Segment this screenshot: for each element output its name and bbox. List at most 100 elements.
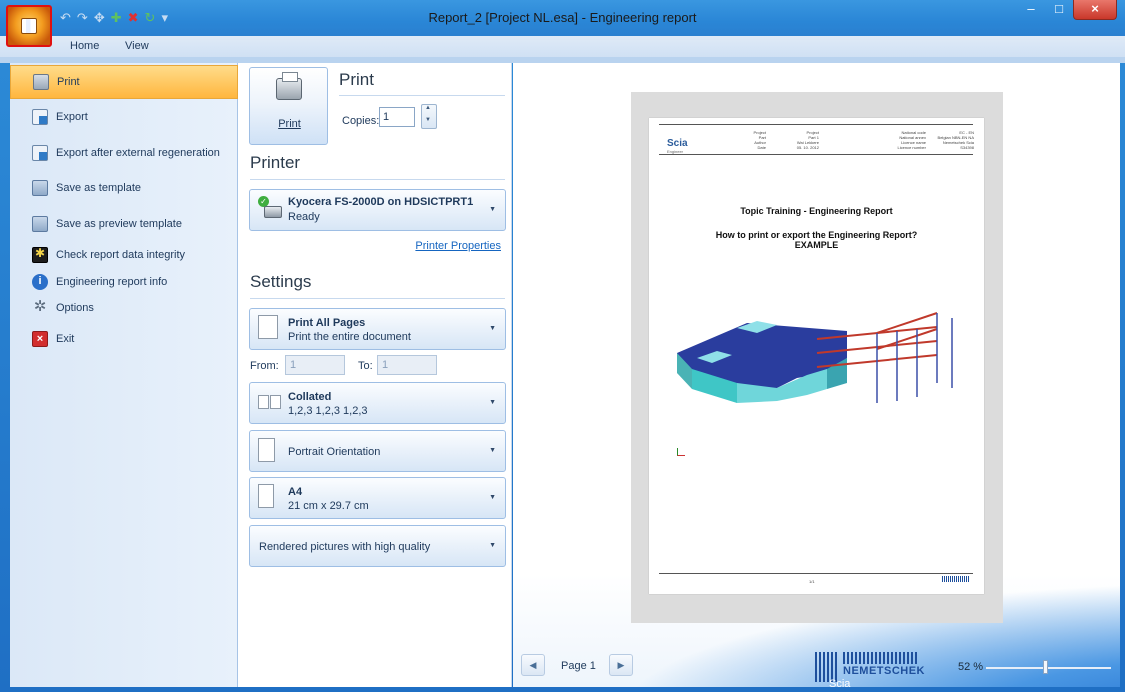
chevron-down-icon: ▼ xyxy=(489,542,496,549)
app-logo-icon xyxy=(21,18,37,34)
chevron-down-icon: ▼ xyxy=(489,494,496,501)
preview-page: Scia Engineer Project Part Author Date Proj… xyxy=(649,118,984,594)
quality-select[interactable]: Rendered pictures with high quality ▼ xyxy=(249,525,506,567)
to-field[interactable]: 1 xyxy=(377,355,437,375)
document-title: Topic Training - Engineering Report xyxy=(740,206,893,216)
backstage-menu: Print Export Export after external regen… xyxy=(10,63,238,687)
pages-subtitle: Print the entire document xyxy=(288,331,411,343)
header-values: Project Part 1 Wai Lekkere 05. 10. 2012 xyxy=(796,130,819,150)
logo-bars xyxy=(843,652,919,664)
divider xyxy=(250,298,505,299)
previous-page-button[interactable]: ◀ xyxy=(521,654,545,676)
collate-icon xyxy=(258,393,284,411)
next-page-button[interactable]: ▶ xyxy=(609,654,633,676)
menu-item-save-as-template[interactable]: Save as template xyxy=(10,176,238,200)
print-settings-panel: Print Print Copies: 1 Printer ✓ Kyocera … xyxy=(238,63,512,687)
paper-title: A4 xyxy=(288,486,303,498)
footer-rule xyxy=(659,573,973,574)
print-button-label: Print xyxy=(278,118,301,130)
menu-item-print[interactable]: Print xyxy=(10,65,238,99)
menu-item-label: Export xyxy=(56,111,88,123)
menu-item-label: Engineering report info xyxy=(56,276,168,288)
menu-item-options[interactable]: ✲ Options xyxy=(10,296,238,320)
chevron-down-icon: ▼ xyxy=(489,206,496,213)
brand-sub: Scia xyxy=(829,678,851,690)
menu-item-label: Print xyxy=(57,76,80,88)
collate-subtitle: 1,2,3 1,2,3 1,2,3 xyxy=(288,405,368,417)
menu-item-label: Save as preview template xyxy=(56,218,182,230)
orientation-select[interactable]: Portrait Orientation ▼ xyxy=(249,430,506,472)
collate-select[interactable]: Collated 1,2,3 1,2,3 1,2,3 ▼ xyxy=(249,382,506,424)
from-field[interactable]: 1 xyxy=(285,355,345,375)
menu-item-label: Export after external regeneration xyxy=(56,147,220,159)
menu-item-check-integrity[interactable]: Check report data integrity xyxy=(10,243,238,267)
header-code-values: EC - EN Belgian NBN-EN NA Nemetschek Scia S… xyxy=(937,130,974,150)
print-button[interactable]: Print xyxy=(249,67,328,145)
pages-select[interactable]: Print All Pages Print the entire documen… xyxy=(249,308,506,350)
menu-item-label: Check report data integrity xyxy=(56,249,186,261)
footer-page-number: 1/1 xyxy=(809,579,815,584)
printer-icon xyxy=(33,74,49,90)
printer-select[interactable]: ✓ Kyocera FS-2000D on HDSICTPRT1 Ready ▼ xyxy=(249,189,506,231)
chevron-down-icon: ▼ xyxy=(489,447,496,454)
nemetschek-logo: NEMETSCHEK Scia xyxy=(815,650,945,690)
copies-label: Copies: xyxy=(342,115,380,127)
zoom-slider-track[interactable] xyxy=(986,667,1111,669)
preview-template-icon xyxy=(32,216,48,232)
printer-properties-link[interactable]: Printer Properties xyxy=(415,240,501,252)
document-subtitle-example: EXAMPLE xyxy=(794,240,839,250)
window-title: Report_2 [Project NL.esa] - Engineering … xyxy=(428,10,697,25)
page-indicator: Page 1 xyxy=(561,660,596,672)
window-controls: – □ × xyxy=(1017,0,1117,20)
menu-item-label: Exit xyxy=(56,333,75,345)
printer-name: Kyocera FS-2000D on HDSICTPRT1 xyxy=(288,196,474,208)
paper-size-select[interactable]: A4 21 cm x 29.7 cm ▼ xyxy=(249,477,506,519)
menu-item-export[interactable]: Export xyxy=(10,105,238,129)
logo-text: Scia xyxy=(667,138,688,149)
exit-icon: × xyxy=(32,331,48,347)
ribbon-tab-strip: Home View xyxy=(0,36,1125,58)
header-labels: Project Part Author Date xyxy=(753,130,766,150)
application-menu-button[interactable] xyxy=(6,5,52,47)
menu-item-exit[interactable]: × Exit xyxy=(10,327,238,351)
close-button[interactable]: × xyxy=(1073,0,1117,20)
scia-logo: Scia Engineer xyxy=(667,138,688,154)
chevron-down-icon: ▼ xyxy=(489,325,496,332)
menu-item-report-info[interactable]: i Engineering report info xyxy=(10,270,238,294)
printer-status: Ready xyxy=(288,211,320,223)
paper-icon xyxy=(258,484,274,508)
template-icon xyxy=(32,180,48,196)
pages-icon xyxy=(258,315,278,339)
to-label: To: xyxy=(358,360,373,372)
menu-item-export-after-regeneration[interactable]: Export after external regeneration xyxy=(10,141,238,165)
print-heading: Print xyxy=(339,70,374,89)
header-rule-top xyxy=(659,124,973,125)
settings-heading: Settings xyxy=(250,272,312,291)
title-bar: ↶ ↷ ✥ ✚ ✖ ↻ ▾ Report_2 [Project NL.esa] … xyxy=(0,0,1125,36)
copies-spinner[interactable] xyxy=(421,104,437,129)
maximize-button[interactable]: □ xyxy=(1045,0,1073,20)
zoom-slider-thumb[interactable] xyxy=(1043,660,1048,674)
orientation-label: Portrait Orientation xyxy=(288,446,381,458)
zoom-level: 52 % xyxy=(958,661,984,673)
menu-item-save-as-preview-template[interactable]: Save as preview template xyxy=(10,212,238,236)
structural-model-image xyxy=(677,312,953,403)
axes-icon xyxy=(677,448,685,456)
chevron-down-icon: ▼ xyxy=(489,399,496,406)
from-label: From: xyxy=(250,360,279,372)
portrait-page-icon xyxy=(258,438,275,462)
integrity-icon xyxy=(32,246,48,263)
minimize-button[interactable]: – xyxy=(1017,0,1045,20)
paper-subtitle: 21 cm x 29.7 cm xyxy=(288,500,369,512)
tab-view[interactable]: View xyxy=(125,40,149,52)
header-rule-bottom xyxy=(659,154,973,155)
document-subtitle: How to print or export the Engineering R… xyxy=(715,230,918,240)
printer-heading: Printer xyxy=(250,153,301,172)
tab-home[interactable]: Home xyxy=(70,40,99,52)
collate-title: Collated xyxy=(288,391,332,403)
copies-field[interactable]: 1 xyxy=(379,107,415,127)
printer-icon xyxy=(276,72,302,100)
brand-name: NEMETSCHEK xyxy=(843,665,926,677)
info-icon: i xyxy=(32,274,48,290)
divider xyxy=(339,95,505,96)
